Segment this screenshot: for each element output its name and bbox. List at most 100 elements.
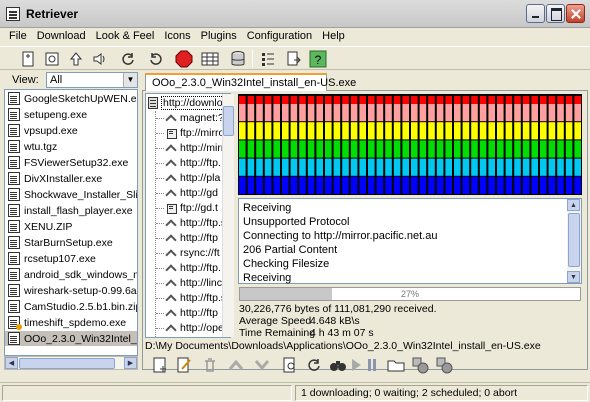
tree-item[interactable]: http://mirror: [156, 141, 230, 155]
list-item[interactable]: android_sdk_windows_m3-rc: [5, 267, 137, 282]
document-arrow-icon[interactable]: [284, 49, 304, 68]
settings-icon[interactable]: [42, 49, 62, 68]
sound-icon[interactable]: [90, 49, 110, 68]
file-icon: [8, 236, 20, 249]
maximize-button[interactable]: [546, 4, 565, 23]
scroll-down-icon[interactable]: ▼: [567, 271, 580, 283]
list-icon[interactable]: [258, 49, 278, 68]
chunk-segment: [548, 158, 556, 176]
chunk-segment: [574, 176, 581, 194]
list-item[interactable]: StarBurnSetup.exe: [5, 235, 137, 250]
menu-download[interactable]: Download: [32, 28, 91, 46]
grid-icon[interactable]: [200, 49, 220, 68]
move-down-icon[interactable]: [252, 356, 272, 374]
list-item[interactable]: Shockwave_Installer_Slim.exe: [5, 187, 137, 202]
new-download-icon[interactable]: [18, 49, 38, 68]
tree-item[interactable]: http://ftp.s: [156, 291, 226, 305]
tree-item[interactable]: http://ftp: [156, 306, 218, 320]
close-button[interactable]: [566, 4, 585, 23]
file-icon: [8, 124, 20, 137]
tree-item[interactable]: http://on: [156, 336, 218, 337]
menu-configuration[interactable]: Configuration: [242, 28, 317, 46]
list-item[interactable]: wtu.tgz: [5, 139, 137, 154]
tree-vertical-scrollbar[interactable]: [222, 94, 234, 337]
scroll-up-icon[interactable]: ▲: [567, 199, 580, 211]
stop-icon[interactable]: [174, 49, 194, 68]
scrollbar-thumb[interactable]: [19, 358, 115, 369]
list-item[interactable]: rcsetup107.exe: [5, 251, 137, 266]
tree-connector: [156, 207, 164, 209]
list-item[interactable]: vpsupd.exe: [5, 123, 137, 138]
menu-plugins[interactable]: Plugins: [196, 28, 242, 46]
chunk-segment: [290, 158, 298, 176]
tree-item[interactable]: http://pla: [156, 171, 220, 185]
chunk-segment: [239, 158, 246, 176]
chunk-segment: [548, 140, 556, 158]
edit-icon[interactable]: [174, 356, 194, 374]
list-item[interactable]: install_flash_player.exe: [5, 203, 137, 218]
scroll-left-icon[interactable]: ◀: [5, 357, 18, 369]
file-icon: [8, 188, 20, 201]
chevron-down-icon[interactable]: ▼: [123, 73, 137, 87]
tree-item[interactable]: magnet:?: [156, 111, 224, 125]
chunk-head: [479, 96, 487, 104]
minimize-button[interactable]: [526, 4, 545, 23]
redo-icon[interactable]: [146, 49, 166, 68]
help-icon[interactable]: ?: [308, 49, 328, 68]
tree-item[interactable]: http://ftp.s: [156, 216, 226, 230]
folder-icon[interactable]: [386, 356, 406, 374]
binoculars-icon[interactable]: [328, 356, 348, 374]
scrollbar-thumb[interactable]: [568, 213, 580, 267]
list-item[interactable]: setupeng.exe: [5, 107, 137, 122]
database-icon[interactable]: [228, 49, 248, 68]
tree-item[interactable]: ftp://mirror: [156, 126, 228, 140]
move-up-icon[interactable]: [226, 356, 246, 374]
refresh-download-icon[interactable]: [304, 356, 324, 374]
menu-file[interactable]: File: [4, 28, 32, 46]
list-item[interactable]: CamStudio.2.5.b1.bin.zip: [5, 299, 137, 314]
scrollbar-thumb[interactable]: [223, 106, 234, 136]
chunk-segment: [376, 140, 384, 158]
tree-root[interactable]: http://download: [148, 96, 230, 110]
view-select[interactable]: All ▼: [46, 72, 138, 88]
tree-item[interactable]: http://ftp.: [156, 261, 221, 275]
tree-item[interactable]: http://gd: [156, 186, 218, 200]
pause-icon[interactable]: [362, 356, 382, 374]
upload-icon[interactable]: [66, 49, 86, 68]
plugin-icon[interactable]: [410, 356, 430, 374]
list-item[interactable]: FSViewerSetup32.exe: [5, 155, 137, 170]
document-search-icon[interactable]: [280, 356, 300, 374]
tree-item-label: http://ftp.: [180, 262, 221, 274]
tab-download[interactable]: OOo_2.3.0_Win32Intel_install_en-US.exe: [145, 73, 356, 91]
plugin-settings-icon[interactable]: [434, 356, 454, 374]
menu-icons[interactable]: Icons: [159, 28, 195, 46]
list-item[interactable]: XENU.ZIP: [5, 219, 137, 234]
list-item[interactable]: wireshark-setup-0.99.6a.exe: [5, 283, 137, 298]
list-horizontal-scrollbar[interactable]: ◀ ▶: [4, 356, 138, 370]
link-icon: [166, 218, 176, 228]
tree-item[interactable]: http://oper: [156, 321, 227, 335]
list-item-selected[interactable]: OOo_2.3.0_Win32Intel_install_en-US.exe: [5, 331, 137, 346]
log-vertical-scrollbar[interactable]: ▲ ▼: [567, 199, 581, 283]
tree-connector: [156, 222, 164, 224]
delete-icon[interactable]: [200, 356, 220, 374]
chunk-head: [531, 96, 538, 104]
tree-item[interactable]: rsync://ft: [156, 246, 220, 260]
list-item[interactable]: DivXInstaller.exe: [5, 171, 137, 186]
chunk-segment: [419, 158, 427, 176]
list-item[interactable]: GoogleSketchUpWEN.exe: [5, 91, 137, 106]
new-icon[interactable]: [150, 356, 170, 374]
chunk-segment: [342, 176, 349, 194]
tree-item-label: ftp://gd.t: [180, 202, 218, 214]
refresh-icon[interactable]: [118, 49, 138, 68]
tree-item[interactable]: http://ftp: [156, 231, 218, 245]
chunk-segment: [522, 140, 530, 158]
tree-item[interactable]: http://linc: [156, 276, 222, 290]
tree-item[interactable]: ftp://gd.t: [156, 201, 218, 215]
tree-item-label: http://ftp.s: [180, 292, 227, 304]
scroll-right-icon[interactable]: ▶: [124, 357, 137, 369]
menu-help[interactable]: Help: [317, 28, 350, 46]
tree-item[interactable]: http://ftp.: [156, 156, 221, 170]
list-item[interactable]: timeshift_spdemo.exe: [5, 315, 137, 330]
menu-look-and-feel[interactable]: Look & Feel: [91, 28, 160, 46]
